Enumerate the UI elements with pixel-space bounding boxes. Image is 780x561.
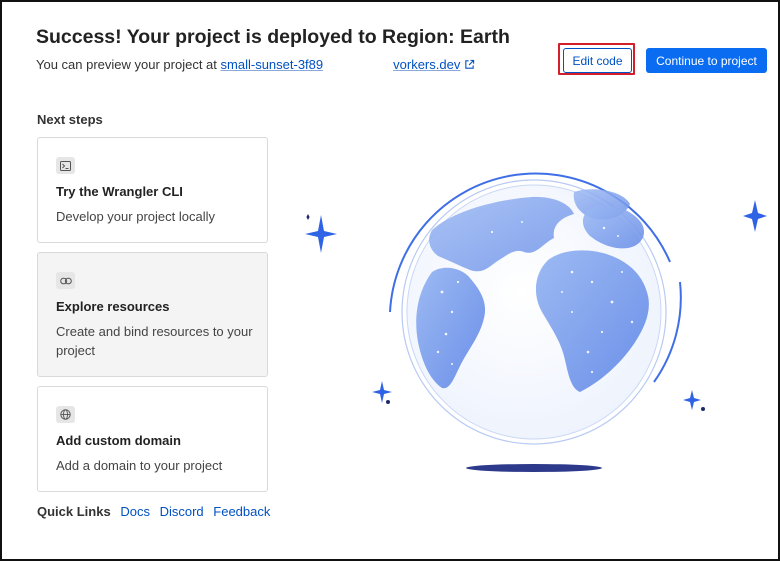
discord-link[interactable]: Discord <box>160 504 204 519</box>
preview-link-domain[interactable]: vorkers.dev <box>393 57 460 72</box>
sparkle-icon <box>743 200 767 232</box>
next-steps-heading: Next steps <box>37 112 103 127</box>
preview-link-subdomain[interactable]: small-sunset-3f89 <box>221 57 324 72</box>
quick-links-label: Quick Links <box>37 504 111 519</box>
sparkle-dot-icon <box>306 214 310 220</box>
feedback-link[interactable]: Feedback <box>213 504 270 519</box>
card-custom-domain[interactable]: Add custom domain Add a domain to your p… <box>37 386 268 492</box>
globe-shadow <box>466 464 602 472</box>
card-explore-resources[interactable]: Explore resources Create and bind resour… <box>37 252 268 377</box>
sparkle-icon <box>683 390 701 410</box>
continue-to-project-button[interactable]: Continue to project <box>646 48 767 73</box>
link-icon <box>56 272 75 289</box>
card-title: Try the Wrangler CLI <box>56 184 183 199</box>
sparkle-dot-icon <box>701 407 705 411</box>
preview-prefix: You can preview your project at <box>36 57 217 72</box>
card-title: Add custom domain <box>56 433 181 448</box>
quick-links: Quick Links Docs Discord Feedback <box>37 504 276 519</box>
sparkle-icon <box>372 381 392 403</box>
app-frame: Success! Your project is deployed to Reg… <box>0 0 780 561</box>
card-title: Explore resources <box>56 299 170 314</box>
globe-icon <box>56 406 75 423</box>
card-description: Create and bind resources to your projec… <box>56 324 253 358</box>
terminal-icon <box>56 157 75 174</box>
edit-code-button[interactable]: Edit code <box>563 48 632 73</box>
docs-link[interactable]: Docs <box>120 504 150 519</box>
preview-line: You can preview your project at small-su… <box>36 57 475 72</box>
page-title: Success! Your project is deployed to Reg… <box>36 26 510 48</box>
card-wrangler-cli[interactable]: Try the Wrangler CLI Develop your projec… <box>37 137 268 243</box>
earth-globe-illustration <box>305 172 767 472</box>
sparkle-icon <box>305 215 337 253</box>
sparkle-dot-icon <box>386 400 390 404</box>
external-link-icon[interactable] <box>464 59 475 70</box>
card-description: Develop your project locally <box>56 209 215 224</box>
card-description: Add a domain to your project <box>56 458 223 473</box>
